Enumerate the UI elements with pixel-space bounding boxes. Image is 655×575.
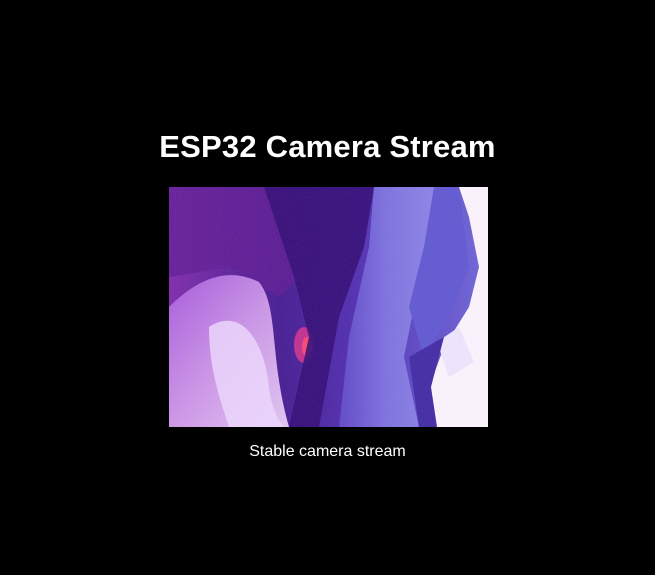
camera-stream-image — [169, 187, 488, 427]
stream-caption: Stable camera stream — [249, 443, 406, 460]
page-title: ESP32 Camera Stream — [159, 129, 496, 164]
